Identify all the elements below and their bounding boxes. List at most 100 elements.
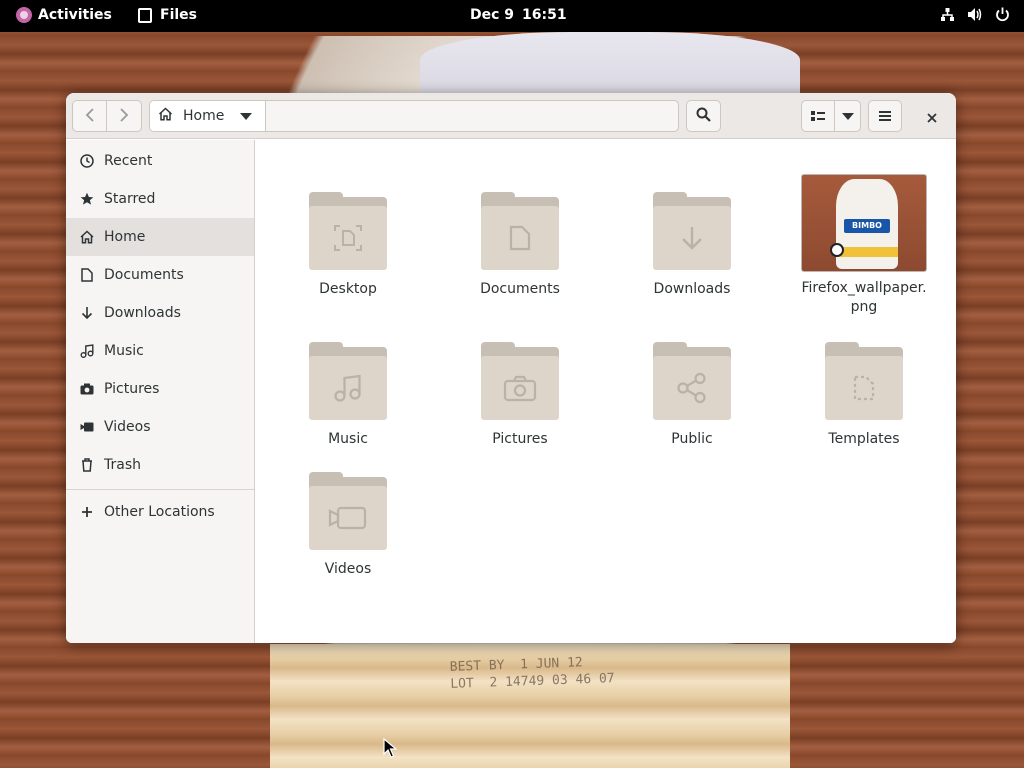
file-name: Templates: [828, 431, 900, 447]
image-thumbnail: BIMBO: [801, 174, 927, 272]
sidebar-item-label: Home: [104, 229, 146, 245]
back-button[interactable]: [72, 100, 107, 132]
system-tray[interactable]: [940, 7, 1010, 26]
header-bar: Home: [66, 93, 956, 139]
sidebar-item-downloads[interactable]: Downloads: [66, 294, 254, 332]
file-item-desktop[interactable]: Desktop: [268, 192, 428, 299]
sidebar-item-pictures[interactable]: Pictures: [66, 370, 254, 408]
wallpaper-bread-text: BEST BY 1 JUN 12 LOT 2 14749 03 46 07: [449, 655, 615, 692]
sidebar-item-label: Documents: [104, 267, 184, 283]
file-item-templates[interactable]: Templates: [784, 342, 944, 449]
file-name-line1: Firefox_wallpaper.: [801, 280, 927, 296]
activities-button[interactable]: Activities: [16, 7, 112, 23]
file-item-music[interactable]: Music: [268, 342, 428, 449]
trash-icon: [80, 458, 94, 472]
list-view-icon: [811, 107, 825, 126]
forward-button[interactable]: [107, 100, 142, 132]
star-icon: [80, 192, 94, 206]
sidebar-item-label: Trash: [104, 457, 141, 473]
volume-icon: [967, 7, 983, 26]
file-grid: Desktop Documents Downloads BIMBO Firefo…: [256, 140, 956, 643]
clock-time: 16:51: [522, 7, 567, 23]
file-name: Public: [671, 431, 713, 447]
clock-icon: [80, 154, 94, 168]
path-bar[interactable]: Home: [149, 100, 679, 132]
chevron-down-icon: [841, 112, 854, 120]
folder-icon: [825, 342, 903, 420]
hamburger-menu-icon: [879, 107, 891, 126]
sidebar-item-label: Pictures: [104, 381, 160, 397]
file-item-videos[interactable]: Videos: [268, 472, 428, 579]
path-crumb-home[interactable]: Home: [150, 101, 266, 131]
video-icon: [80, 420, 94, 434]
file-item-public[interactable]: Public: [612, 342, 772, 449]
file-item-firefox-wallpaper[interactable]: BIMBO Firefox_wallpaper. png: [784, 174, 944, 317]
wallpaper-bag-top: [420, 32, 800, 102]
sidebar-item-label: Downloads: [104, 305, 181, 321]
sidebar-item-other-locations[interactable]: Other Locations: [66, 493, 254, 531]
sidebar-item-trash[interactable]: Trash: [66, 446, 254, 484]
file-name: Videos: [324, 561, 372, 577]
folder-icon: [309, 472, 387, 550]
file-name: Documents: [480, 281, 560, 297]
search-button[interactable]: [686, 100, 721, 132]
sidebar-item-label: Music: [104, 343, 144, 359]
app-menu-button[interactable]: Files: [138, 7, 197, 23]
clock-button[interactable]: Dec 9 16:51: [470, 7, 567, 23]
sidebar-item-videos[interactable]: Videos: [66, 408, 254, 446]
network-icon: [940, 7, 955, 26]
sidebar-separator: [66, 489, 254, 490]
app-name: Files: [160, 7, 197, 23]
view-toggle-button[interactable]: [801, 100, 835, 132]
fedora-logo-icon: [16, 7, 32, 23]
sidebar-item-label: Videos: [104, 419, 151, 435]
music-icon: [80, 344, 94, 358]
main-menu-button[interactable]: [868, 100, 902, 132]
sidebar-item-starred[interactable]: Starred: [66, 180, 254, 218]
thumbnail-brand-label: BIMBO: [844, 219, 890, 233]
file-item-downloads[interactable]: Downloads: [612, 192, 772, 299]
sidebar-item-label: Other Locations: [104, 504, 215, 520]
chevron-left-icon: [85, 107, 95, 126]
sidebar-item-recent[interactable]: Recent: [66, 142, 254, 180]
activities-label: Activities: [38, 7, 112, 23]
camera-icon: [80, 382, 94, 396]
file-item-documents[interactable]: Documents: [440, 192, 600, 299]
chevron-down-icon: [240, 112, 253, 120]
home-icon: [80, 230, 94, 244]
folder-icon: [309, 192, 387, 270]
document-icon: [80, 268, 94, 282]
close-button[interactable]: [920, 107, 944, 127]
navigation-buttons: [72, 100, 142, 132]
clock-date: Dec 9: [470, 7, 515, 23]
chevron-right-icon: [119, 107, 129, 126]
search-icon: [696, 107, 711, 126]
power-icon: [995, 7, 1010, 26]
file-name-line2: png: [850, 299, 878, 315]
files-window: Home Recent Starred Home Documents Downl…: [66, 93, 956, 643]
sidebar: Recent Starred Home Documents Downloads: [66, 140, 255, 643]
files-app-icon: [138, 7, 152, 23]
folder-icon: [309, 342, 387, 420]
sidebar-item-documents[interactable]: Documents: [66, 256, 254, 294]
mouse-cursor: [383, 737, 398, 762]
folder-icon: [653, 342, 731, 420]
sidebar-item-home[interactable]: Home: [66, 218, 254, 256]
plus-icon: [80, 505, 94, 519]
folder-icon: [653, 192, 731, 270]
download-icon: [80, 306, 94, 320]
folder-icon: [481, 192, 559, 270]
close-icon: [927, 108, 937, 127]
file-name: Desktop: [319, 281, 377, 297]
file-name: Pictures: [492, 431, 548, 447]
file-item-pictures[interactable]: Pictures: [440, 342, 600, 449]
folder-icon: [481, 342, 559, 420]
path-crumb-label: Home: [183, 108, 225, 124]
file-name: Music: [328, 431, 368, 447]
file-name: Downloads: [653, 281, 731, 297]
home-icon: [158, 107, 173, 125]
top-bar: Activities Files Dec 9 16:51: [0, 0, 1024, 32]
sidebar-item-label: Starred: [104, 191, 156, 207]
sidebar-item-music[interactable]: Music: [66, 332, 254, 370]
view-options-button[interactable]: [834, 100, 861, 132]
